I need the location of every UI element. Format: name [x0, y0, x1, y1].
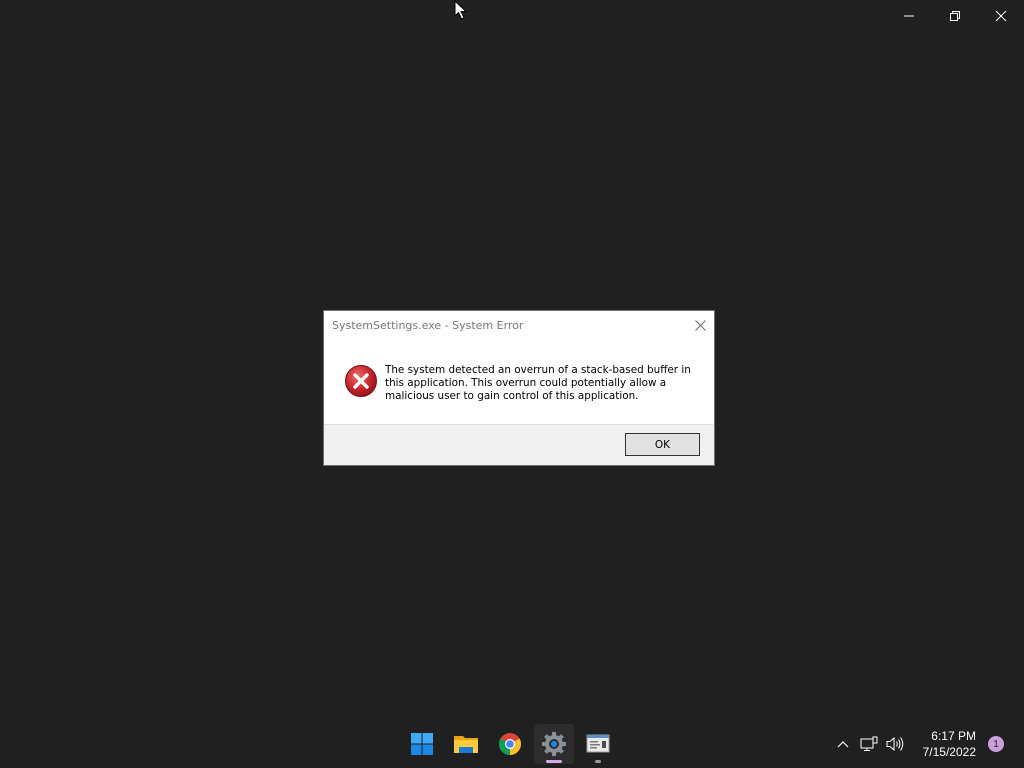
- running-indicator: [595, 760, 601, 763]
- close-window-button[interactable]: [978, 0, 1024, 32]
- desktop: SystemSettings.exe - System Error The sy…: [0, 0, 1024, 768]
- restore-button[interactable]: [932, 0, 978, 32]
- volume-button[interactable]: [883, 732, 907, 756]
- error-icon: [345, 365, 377, 397]
- windows-logo-icon: [411, 733, 433, 755]
- restore-icon: [950, 11, 960, 21]
- minimize-icon: [904, 15, 914, 17]
- taskbar-clock[interactable]: 6:17 PM 7/15/2022: [923, 728, 976, 760]
- app-window-icon: [586, 734, 610, 753]
- dialog-footer: OK: [324, 424, 714, 465]
- network-button[interactable]: [857, 732, 881, 756]
- start-button[interactable]: [402, 724, 442, 764]
- show-hidden-icons-button[interactable]: [831, 732, 855, 756]
- mouse-cursor-icon: [454, 0, 468, 20]
- dialog-title: SystemSettings.exe - System Error: [332, 319, 524, 332]
- taskbar-settings[interactable]: [534, 724, 574, 764]
- chevron-up-icon: [837, 741, 849, 748]
- taskbar: 6:17 PM 7/15/2022 1: [0, 720, 1024, 768]
- close-icon: [694, 319, 706, 331]
- dialog-body: The system detected an overrun of a stac…: [324, 341, 714, 425]
- taskbar-file-explorer[interactable]: [446, 724, 486, 764]
- chrome-icon: [499, 733, 521, 755]
- gear-icon: [542, 732, 566, 756]
- dialog-titlebar[interactable]: SystemSettings.exe - System Error: [324, 311, 714, 341]
- taskbar-apps: [402, 724, 618, 764]
- error-dialog: SystemSettings.exe - System Error The sy…: [323, 310, 715, 466]
- dialog-close-button[interactable]: [692, 317, 708, 333]
- minimize-button[interactable]: [886, 0, 932, 32]
- window-caption-controls: [886, 0, 1024, 32]
- dialog-message: The system detected an overrun of a stac…: [385, 364, 691, 402]
- notification-badge[interactable]: 1: [988, 736, 1004, 752]
- ok-button[interactable]: OK: [625, 433, 700, 456]
- clock-date: 7/15/2022: [922, 745, 976, 759]
- taskbar-app-window[interactable]: [578, 724, 618, 764]
- taskbar-chrome[interactable]: [490, 724, 530, 764]
- folder-icon: [454, 736, 478, 753]
- system-tray: 6:17 PM 7/15/2022 1: [831, 720, 1024, 768]
- volume-icon: [886, 736, 903, 752]
- network-icon: [860, 736, 878, 751]
- close-icon: [995, 10, 1007, 22]
- clock-time: 6:17 PM: [931, 729, 976, 743]
- active-indicator: [546, 760, 562, 763]
